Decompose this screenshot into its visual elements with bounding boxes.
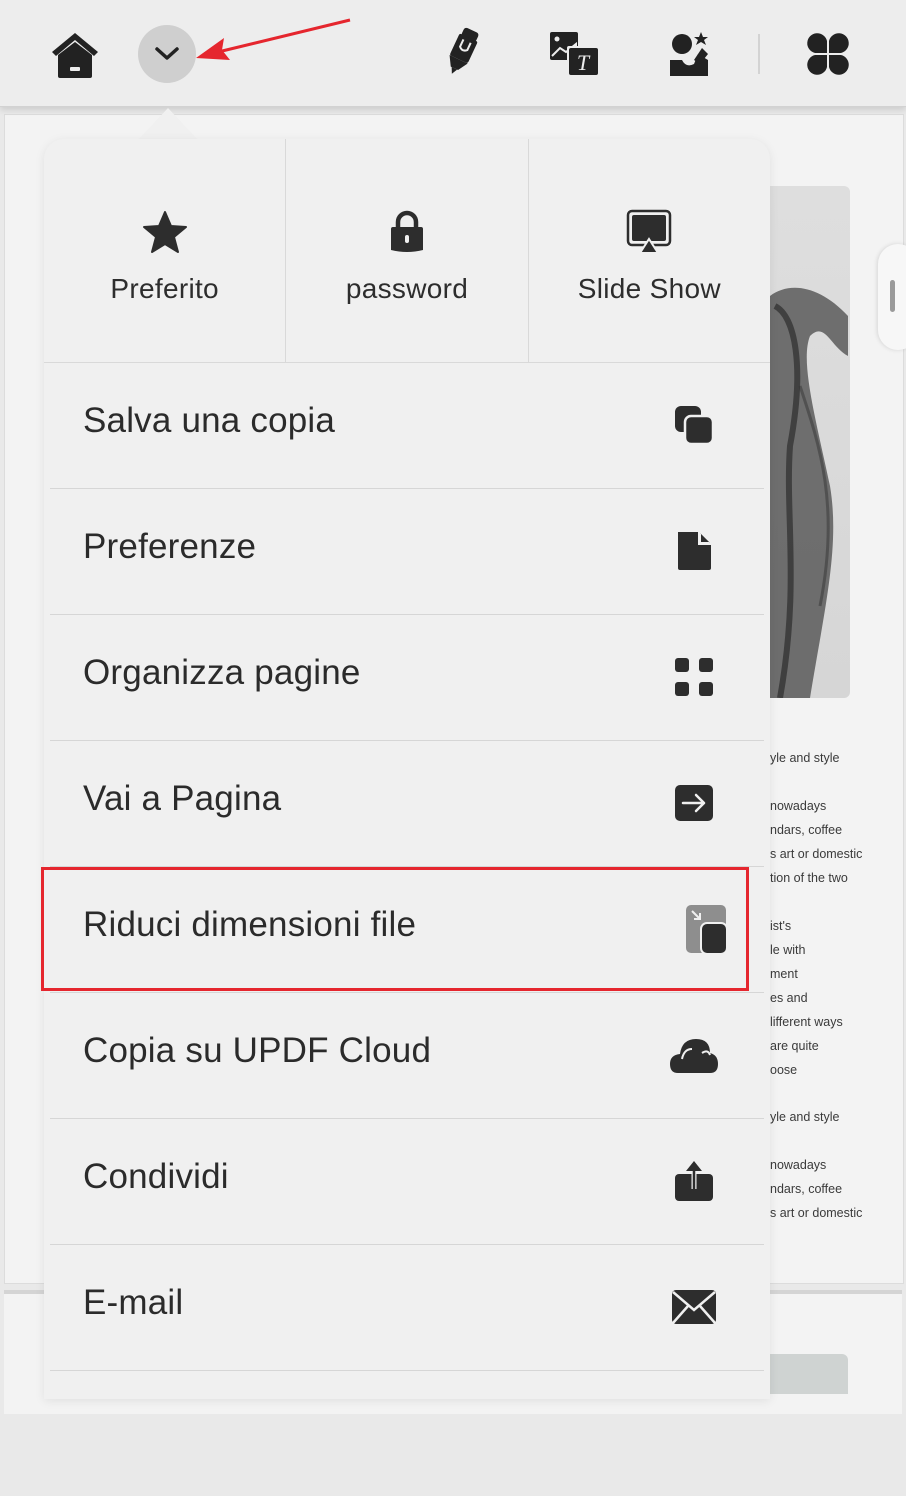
quick-actions-row: Preferito password Slide Show <box>44 139 770 363</box>
doc-text-line: ist's <box>770 919 792 933</box>
go-to-page-icon <box>675 785 713 821</box>
doc-text-line: yle and style <box>770 751 840 765</box>
comment-tool-button[interactable] <box>434 24 490 80</box>
more-dropdown-button[interactable] <box>138 25 196 83</box>
menu-item-label: Organizza pagine <box>83 653 361 692</box>
svg-text:T: T <box>577 50 591 75</box>
home-icon <box>52 33 98 78</box>
password-button[interactable]: password <box>286 139 529 362</box>
menu-item-label: Condividi <box>83 1157 229 1196</box>
doc-text-line: le with <box>770 943 806 957</box>
menu-item-preferences[interactable]: Preferenze <box>50 489 764 615</box>
menu-item-label: Salva una copia <box>83 401 336 440</box>
image-text-icon: T <box>550 32 599 76</box>
lock-icon <box>390 210 423 252</box>
doc-text-line: ndars, coffee <box>770 823 843 837</box>
menu-item-more[interactable] <box>50 1371 764 1496</box>
tools-menu-button[interactable] <box>800 26 856 82</box>
top-toolbar: T <box>0 0 906 107</box>
scroll-grip[interactable] <box>890 280 895 312</box>
menu-item-organize-pages[interactable]: Organizza pagine <box>50 615 764 741</box>
ai-assistant-icon <box>670 32 708 76</box>
menu-item-label: E-mail <box>83 1283 184 1322</box>
cloud-icon <box>670 1039 718 1073</box>
copy-icon <box>675 406 715 446</box>
menu-item-email[interactable]: E-mail <box>50 1245 764 1371</box>
document-sketch-image <box>770 186 850 698</box>
doc-text-line: s art or domestic <box>770 847 863 861</box>
star-icon <box>142 211 187 253</box>
slideshow-button[interactable]: Slide Show <box>529 139 770 362</box>
menu-item-go-to-page[interactable]: Vai a Pagina <box>50 741 764 867</box>
toolbar-separator <box>758 34 760 74</box>
popover-caret <box>138 108 198 140</box>
favorite-button[interactable]: Preferito <box>44 139 287 362</box>
apps-grid-icon <box>807 33 849 75</box>
doc-text-line: s art or domestic <box>770 1206 863 1220</box>
doc-text-line: yle and style <box>770 1110 840 1124</box>
more-options-popover: Preferito password Slide Show Salva una … <box>44 139 770 1399</box>
menu-item-label: Riduci dimensioni file <box>83 905 417 944</box>
doc-text-line: ndars, coffee <box>770 1182 843 1196</box>
menu-item-copy-to-cloud[interactable]: Copia su UPDF Cloud <box>50 993 764 1119</box>
menu-item-save-copy[interactable]: Salva una copia <box>50 363 764 489</box>
ai-tool-button[interactable] <box>662 26 718 82</box>
slideshow-label: Slide Show <box>577 273 721 304</box>
mail-icon <box>672 1290 716 1324</box>
menu-item-reduce-file-size[interactable]: Riduci dimensioni file <box>50 867 764 993</box>
compress-icon <box>686 905 728 955</box>
edit-tool-button[interactable]: T <box>546 26 602 82</box>
menu-item-share[interactable]: Condividi <box>50 1119 764 1245</box>
chevron-down-icon <box>155 47 179 60</box>
menu-item-label: Vai a Pagina <box>83 779 282 818</box>
favorite-label: Preferito <box>110 273 219 304</box>
doc-text-line: lifferent ways <box>770 1015 843 1029</box>
doc-text-line: nowadays <box>770 799 827 813</box>
doc-text-line: es and <box>770 991 808 1005</box>
grid-icon <box>675 658 713 696</box>
password-label: password <box>345 273 469 304</box>
document-icon <box>678 532 711 570</box>
highlighter-icon <box>449 27 479 74</box>
menu-item-label: Preferenze <box>83 527 257 566</box>
doc-text-line: oose <box>770 1063 798 1077</box>
menu-item-label: Copia su UPDF Cloud <box>83 1031 432 1070</box>
doc-text-line: tion of the two <box>770 871 848 885</box>
home-button[interactable] <box>48 28 102 82</box>
doc-text-line: are quite <box>770 1039 819 1053</box>
doc-text-line: ment <box>770 967 798 981</box>
share-icon <box>675 1161 713 1201</box>
scroll-handle[interactable] <box>878 244 906 350</box>
slideshow-icon <box>627 209 672 254</box>
sketch-drawing <box>770 287 848 698</box>
document-photo-image <box>770 1354 848 1394</box>
doc-text-line: nowadays <box>770 1158 827 1172</box>
